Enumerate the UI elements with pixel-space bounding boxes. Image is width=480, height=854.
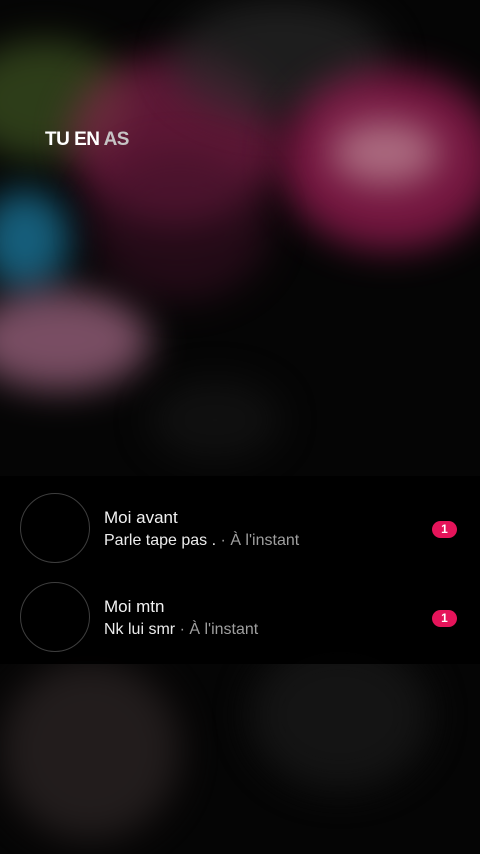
chat-name: Moi avant: [104, 508, 178, 527]
chat-list: Moi avant Parle tape pas . · À l'instant…: [0, 476, 480, 664]
chat-separator: ·: [220, 532, 226, 549]
chat-preview: Nk lui smr · À l'instant: [104, 621, 258, 639]
avatar: [20, 493, 90, 563]
background-blob: [330, 120, 440, 185]
unread-badge: 1: [432, 610, 457, 627]
background-blob: [90, 150, 270, 300]
chat-item-moi-mtn[interactable]: Moi mtn Nk lui smr · À l'instant 1: [0, 579, 480, 663]
chat-message: Parle tape pas .: [104, 532, 217, 549]
background-blob: [150, 380, 280, 460]
overlay-title: TU EN AS: [45, 129, 129, 151]
background-blob: [0, 190, 70, 290]
chat-preview: Parle tape pas . · À l'instant: [104, 532, 299, 550]
chat-time: À l'instant: [230, 532, 300, 549]
background-blob: [0, 290, 150, 390]
background-blob: [0, 660, 180, 840]
chat-item-moi-avant[interactable]: Moi avant Parle tape pas . · À l'instant…: [0, 490, 480, 574]
chat-message: Nk lui smr: [104, 621, 176, 638]
chat-time: À l'instant: [189, 621, 259, 638]
unread-badge: 1: [432, 521, 457, 538]
chat-separator: ·: [179, 621, 185, 638]
chat-name: Moi mtn: [104, 597, 165, 616]
title-main: TU EN: [45, 129, 100, 150]
title-accent: AS: [103, 129, 130, 150]
avatar: [20, 582, 90, 652]
